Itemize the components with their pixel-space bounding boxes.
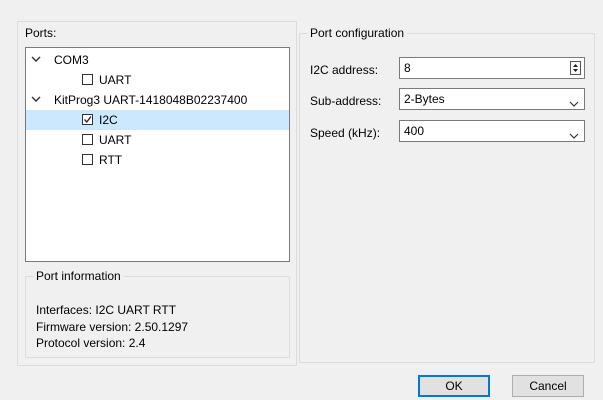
chevron-down-icon[interactable]: [31, 50, 43, 70]
i2c-address-spinbox[interactable]: 8: [399, 57, 585, 79]
tree-item-label: I2C: [99, 113, 118, 127]
checkbox[interactable]: [82, 134, 93, 145]
tree-item-label: RTT: [99, 153, 123, 167]
port-configuration-title: Port configuration: [307, 26, 408, 40]
i2c-address-label: I2C address:: [310, 63, 379, 77]
cancel-button[interactable]: Cancel: [512, 375, 584, 397]
tree-node-label: COM3: [54, 53, 89, 67]
tree-item-com3-uart[interactable]: UART: [26, 70, 289, 90]
i2c-address-value: 8: [404, 61, 411, 75]
checkbox-checked[interactable]: [82, 114, 93, 125]
tree-node-com3[interactable]: COM3: [26, 50, 289, 70]
dialog: Ports: COM3 UART KitProg3 UART-1418048B0…: [0, 0, 603, 400]
interfaces-text: Interfaces: I2C UART RTT: [36, 303, 177, 317]
chevron-down-icon[interactable]: [569, 128, 579, 142]
speed-dropdown[interactable]: 400: [399, 120, 585, 142]
checkbox[interactable]: [82, 74, 93, 85]
protocol-version-text: Protocol version: 2.4: [36, 336, 146, 350]
tree-node-label: KitProg3 UART-1418048B02237400: [54, 93, 248, 107]
ports-label: Ports:: [25, 26, 57, 40]
firmware-version-text: Firmware version: 2.50.1297: [36, 320, 189, 334]
spin-arrows-icon[interactable]: [570, 61, 581, 75]
checkbox[interactable]: [82, 154, 93, 165]
tree-item-label: UART: [99, 133, 132, 147]
ok-button[interactable]: OK: [418, 375, 490, 397]
ports-tree[interactable]: COM3 UART KitProg3 UART-1418048B02237400…: [25, 47, 290, 262]
speed-value: 400: [404, 124, 425, 138]
chevron-down-icon[interactable]: [569, 96, 579, 110]
sub-address-label: Sub-address:: [310, 94, 382, 108]
speed-label: Speed (kHz):: [310, 126, 381, 140]
port-information-title: Port information: [33, 269, 124, 283]
tree-item-i2c[interactable]: I2C: [26, 110, 289, 130]
sub-address-dropdown[interactable]: 2-Bytes: [399, 88, 585, 110]
tree-item-uart[interactable]: UART: [26, 130, 289, 150]
chevron-down-icon[interactable]: [31, 90, 43, 110]
tree-node-kitprog3[interactable]: KitProg3 UART-1418048B02237400: [26, 90, 289, 110]
sub-address-value: 2-Bytes: [404, 92, 445, 106]
tree-item-rtt[interactable]: RTT: [26, 150, 289, 170]
port-configuration-group: [299, 33, 595, 363]
tree-item-label: UART: [99, 73, 132, 87]
